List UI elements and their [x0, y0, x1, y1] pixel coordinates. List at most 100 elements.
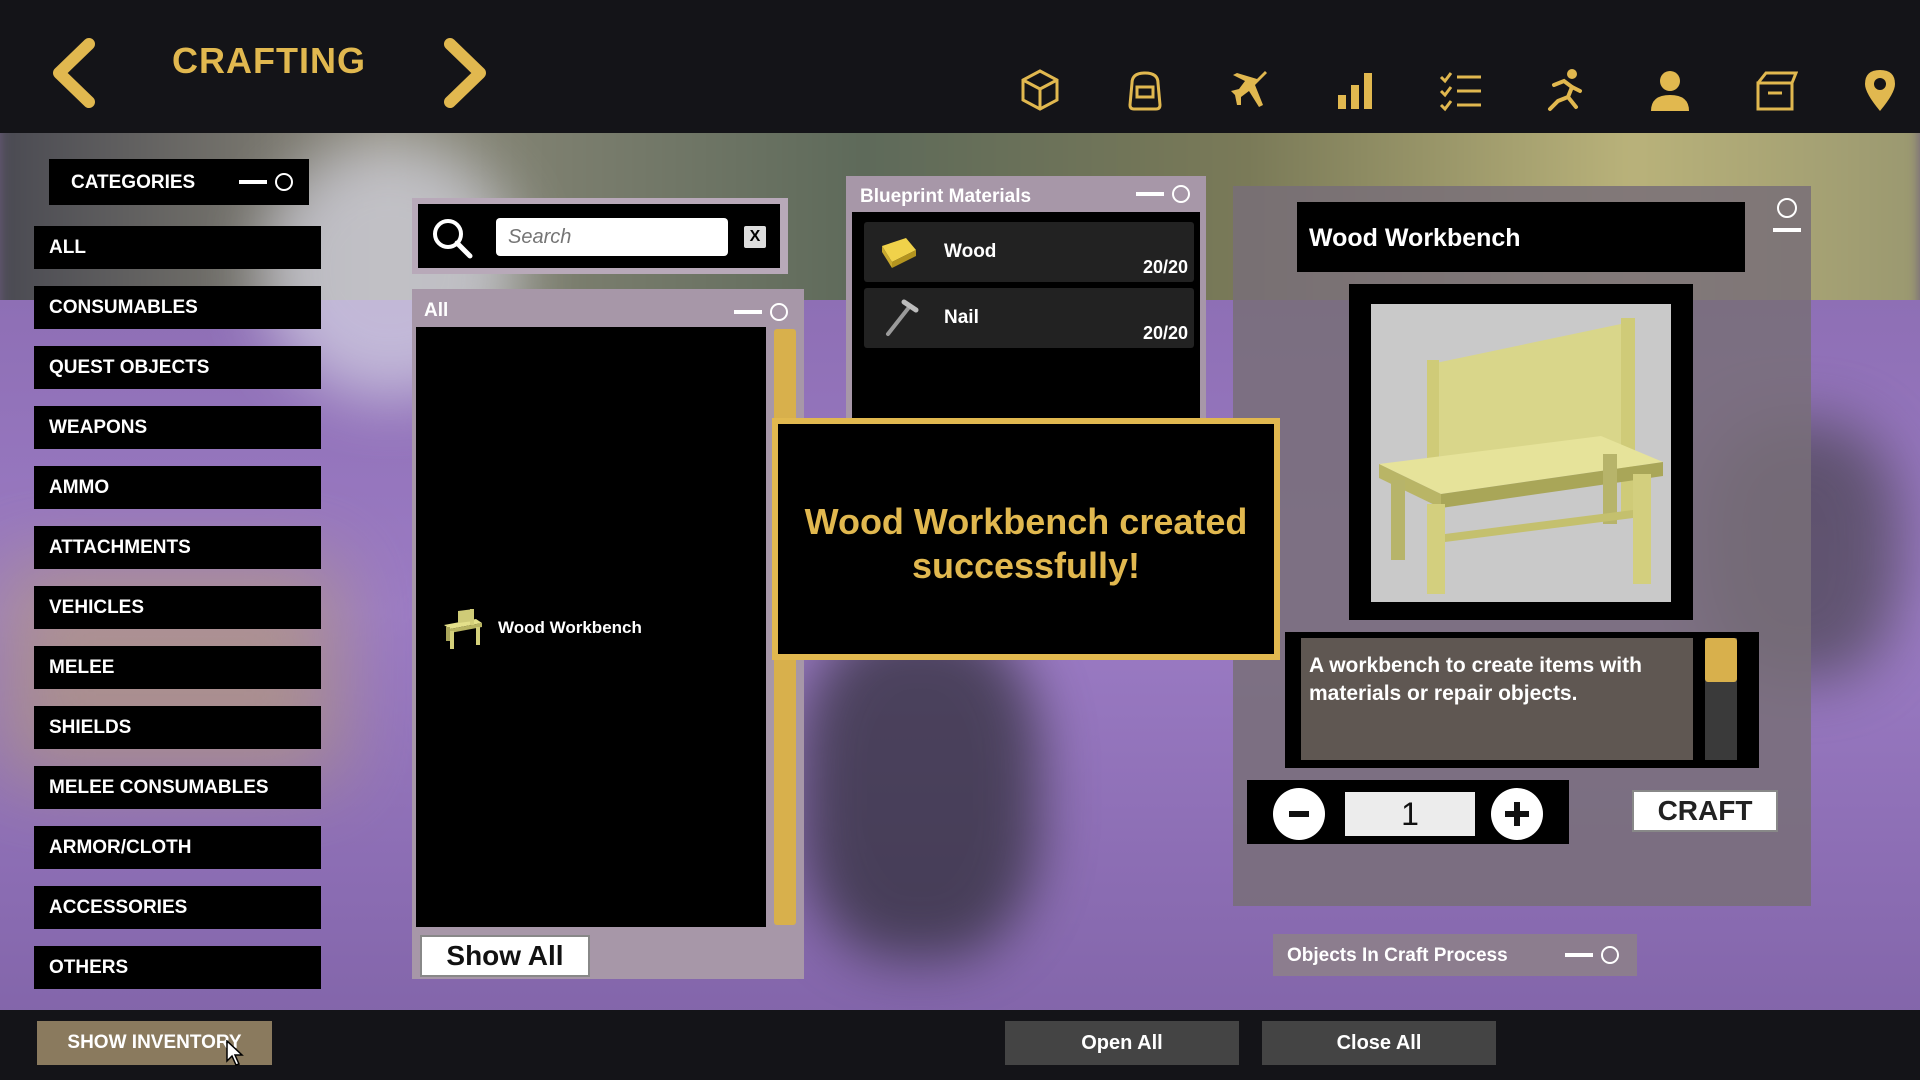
- tab-inventory[interactable]: [1115, 62, 1175, 118]
- crate-icon: [1021, 69, 1059, 111]
- running-icon: [1548, 69, 1582, 111]
- list-item-wood-workbench[interactable]: Wood Workbench: [440, 605, 642, 651]
- blueprint-window-controls: [1136, 185, 1190, 203]
- tab-quests[interactable]: [1430, 62, 1490, 118]
- decrease-quantity-button[interactable]: [1273, 788, 1325, 840]
- craft-process-window-controls: [1565, 946, 1619, 964]
- category-item-vehicles[interactable]: VEHICLES: [34, 586, 321, 629]
- objects-in-craft-process-title: Objects In Craft Process: [1287, 945, 1508, 966]
- item-description-box: A workbench to create items with materia…: [1285, 632, 1759, 768]
- tab-map[interactable]: [1850, 62, 1910, 118]
- category-item-all[interactable]: ALL: [34, 226, 321, 269]
- open-all-button[interactable]: Open All: [1005, 1021, 1239, 1065]
- item-list-panel: All Wood Workbench Show All: [412, 289, 804, 979]
- quantity-stepper: [1247, 780, 1569, 844]
- item-description-area: A workbench to create items with materia…: [1301, 638, 1693, 760]
- categories-header: CATEGORIES: [49, 159, 309, 205]
- chevron-left-icon: [53, 38, 95, 108]
- item-detail-panel: Wood Workbench A workbench to create ite…: [1233, 186, 1811, 906]
- detail-window-controls: [1773, 198, 1801, 232]
- category-item-consumables[interactable]: CONSUMABLES: [34, 286, 321, 329]
- material-row-nail: Nail 20/20: [864, 288, 1194, 348]
- minimize-icon[interactable]: [1136, 192, 1164, 196]
- increase-quantity-button[interactable]: [1491, 788, 1543, 840]
- materials-list: Wood 20/20 Nail 20/20: [852, 212, 1200, 426]
- storage-box-icon: [1756, 71, 1798, 111]
- category-item-quest-objects[interactable]: QUEST OBJECTS: [34, 346, 321, 389]
- item-detail-title-bar: Wood Workbench: [1297, 202, 1745, 272]
- objects-in-craft-process-panel: Objects In Craft Process: [1273, 934, 1637, 976]
- category-item-armor-cloth[interactable]: ARMOR/CLOTH: [34, 826, 321, 869]
- minimize-icon[interactable]: [1773, 228, 1801, 232]
- craft-button[interactable]: CRAFT: [1632, 790, 1778, 832]
- material-name: Wood: [944, 241, 997, 262]
- show-all-button[interactable]: Show All: [420, 935, 590, 977]
- tab-character[interactable]: [1640, 62, 1700, 118]
- description-scrollbar-thumb[interactable]: [1705, 638, 1737, 682]
- character-icon: [1651, 71, 1689, 111]
- list-item-label: Wood Workbench: [498, 618, 642, 637]
- chevron-right-icon: [444, 38, 486, 108]
- search-panel: X: [412, 198, 788, 274]
- background-blur-shape: [800, 620, 1040, 960]
- toggle-circle-icon[interactable]: [1777, 198, 1797, 218]
- category-item-melee[interactable]: MELEE: [34, 646, 321, 689]
- mouse-cursor-icon: [226, 1040, 244, 1066]
- previous-page-button[interactable]: [45, 38, 105, 108]
- material-quantity: 20/20: [1142, 323, 1188, 343]
- tab-stats[interactable]: [1325, 62, 1385, 118]
- toggle-circle-icon[interactable]: [770, 303, 788, 321]
- toggle-circle-icon[interactable]: [1172, 185, 1190, 203]
- airplane-icon: [1231, 71, 1267, 107]
- stats-icon: [1338, 73, 1372, 109]
- tab-storage[interactable]: [1745, 62, 1805, 118]
- blueprint-materials-title: Blueprint Materials: [860, 186, 1032, 207]
- close-all-button[interactable]: Close All: [1262, 1021, 1496, 1065]
- item-preview: [1371, 304, 1671, 602]
- categories-title: CATEGORIES: [71, 172, 196, 193]
- next-page-button[interactable]: [434, 38, 494, 108]
- map-pin-icon: [1865, 70, 1895, 111]
- category-list: ALL CONSUMABLES QUEST OBJECTS WEAPONS AM…: [34, 226, 321, 1006]
- item-description: A workbench to create items with materia…: [1309, 654, 1642, 705]
- category-item-melee-consumables[interactable]: MELEE CONSUMABLES: [34, 766, 321, 809]
- tab-travel[interactable]: [1220, 62, 1280, 118]
- item-list-window-controls: [734, 303, 788, 321]
- menu-tab-bar: [1010, 62, 1920, 118]
- search-input[interactable]: [496, 218, 728, 256]
- workbench-preview-icon: [1379, 318, 1663, 594]
- minus-icon: [1289, 811, 1309, 817]
- checklist-icon: [1439, 72, 1481, 112]
- category-item-attachments[interactable]: ATTACHMENTS: [34, 526, 321, 569]
- toast-message: Wood Workbench created successfully!: [804, 501, 1248, 586]
- category-item-others[interactable]: OTHERS: [34, 946, 321, 989]
- search-clear-button[interactable]: X: [744, 226, 766, 248]
- minimize-icon[interactable]: [1565, 953, 1593, 957]
- search-bar: X: [418, 204, 780, 268]
- quantity-input[interactable]: [1345, 792, 1475, 836]
- bottom-bar: [0, 1010, 1920, 1080]
- search-icon: [433, 219, 473, 259]
- category-item-weapons[interactable]: WEAPONS: [34, 406, 321, 449]
- item-detail-title: Wood Workbench: [1309, 224, 1521, 252]
- nail-icon: [886, 299, 919, 336]
- minimize-icon[interactable]: [239, 180, 267, 184]
- success-toast: Wood Workbench created successfully!: [772, 418, 1280, 660]
- toggle-circle-icon[interactable]: [275, 173, 293, 191]
- top-bar: CRAFTING: [0, 0, 1920, 133]
- backpack-icon: [1128, 71, 1162, 111]
- item-list: Wood Workbench: [416, 327, 766, 927]
- material-row-wood: Wood 20/20: [864, 222, 1194, 282]
- tab-crafting[interactable]: [1010, 62, 1070, 118]
- categories-window-controls: [239, 173, 293, 191]
- toggle-circle-icon[interactable]: [1601, 946, 1619, 964]
- description-scrollbar[interactable]: [1705, 638, 1737, 760]
- category-item-accessories[interactable]: ACCESSORIES: [34, 886, 321, 929]
- category-item-ammo[interactable]: AMMO: [34, 466, 321, 509]
- category-item-shields[interactable]: SHIELDS: [34, 706, 321, 749]
- tab-skills[interactable]: [1535, 62, 1595, 118]
- material-quantity: 20/20: [1142, 257, 1188, 277]
- minimize-icon[interactable]: [734, 310, 762, 314]
- item-preview-frame: [1349, 284, 1693, 620]
- blueprint-materials-panel: Blueprint Materials Wood 20/20 Nail 20/2…: [846, 176, 1206, 426]
